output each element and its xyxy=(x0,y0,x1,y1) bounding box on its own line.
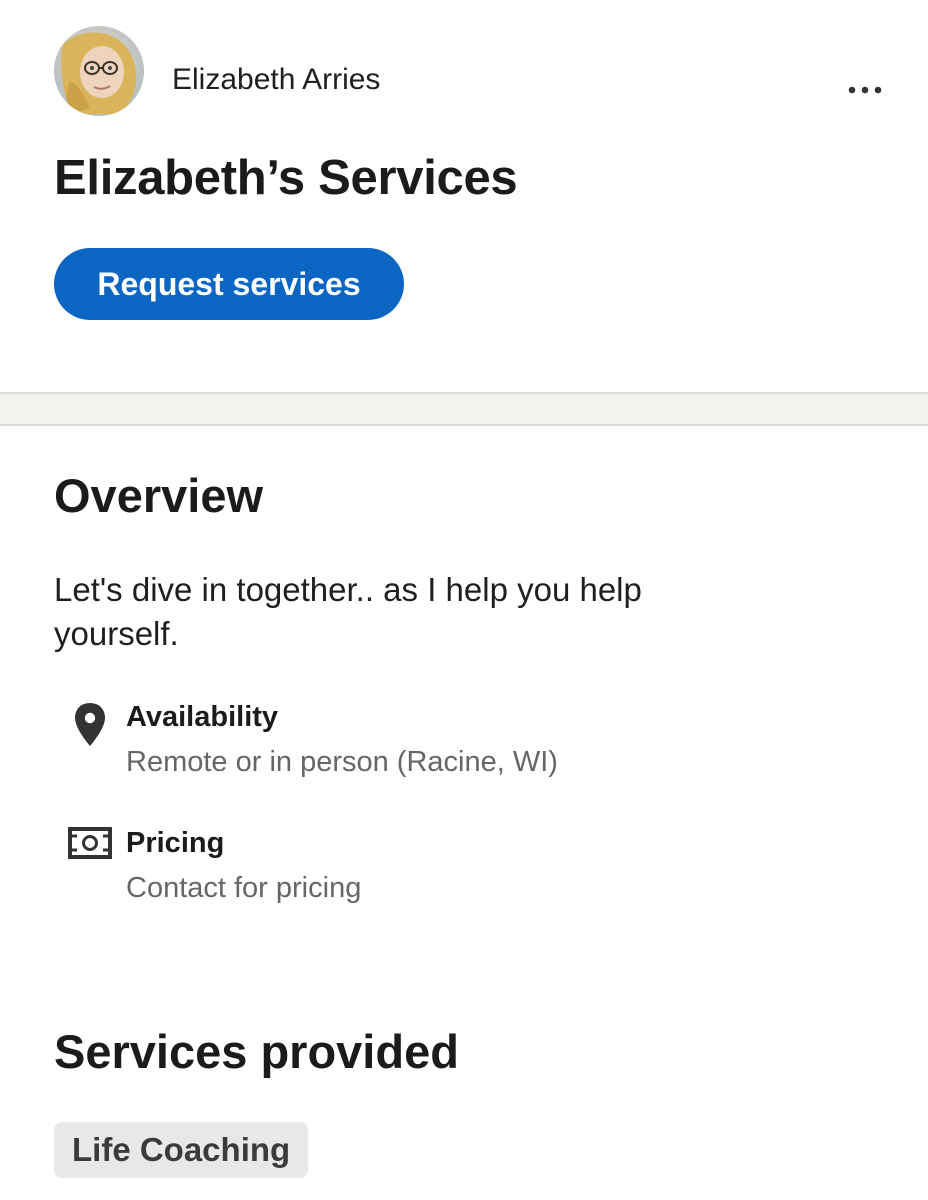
profile-name[interactable]: Elizabeth Arries xyxy=(172,62,380,98)
availability-value: Remote or in person (Racine, WI) xyxy=(126,746,558,778)
request-services-button[interactable]: Request services xyxy=(54,248,404,320)
page-title: Elizabeth’s Services xyxy=(54,151,518,205)
money-bill-icon xyxy=(54,826,126,886)
location-pin-icon xyxy=(54,700,126,760)
services-provided-heading: Services provided xyxy=(54,1025,459,1078)
overview-heading: Overview xyxy=(54,469,264,522)
avatar[interactable] xyxy=(54,26,144,116)
overview-description: Let's dive in together.. as I help you h… xyxy=(54,571,642,652)
availability-row: Availability Remote or in person (Racine… xyxy=(54,700,754,790)
pricing-label: Pricing xyxy=(126,827,225,859)
avatar-photo xyxy=(54,26,144,116)
availability-label: Availability xyxy=(126,701,279,733)
section-divider xyxy=(0,392,928,426)
more-options-button[interactable] xyxy=(840,70,890,110)
pricing-value: Contact for pricing xyxy=(126,872,362,904)
pricing-row: Pricing Contact for pricing xyxy=(54,826,754,916)
service-tag-life-coaching[interactable]: Life Coaching xyxy=(54,1122,309,1178)
profile-header-section: Elizabeth Arries Elizabeth’s Services Re… xyxy=(0,0,928,392)
more-horizontal-icon xyxy=(848,86,882,94)
